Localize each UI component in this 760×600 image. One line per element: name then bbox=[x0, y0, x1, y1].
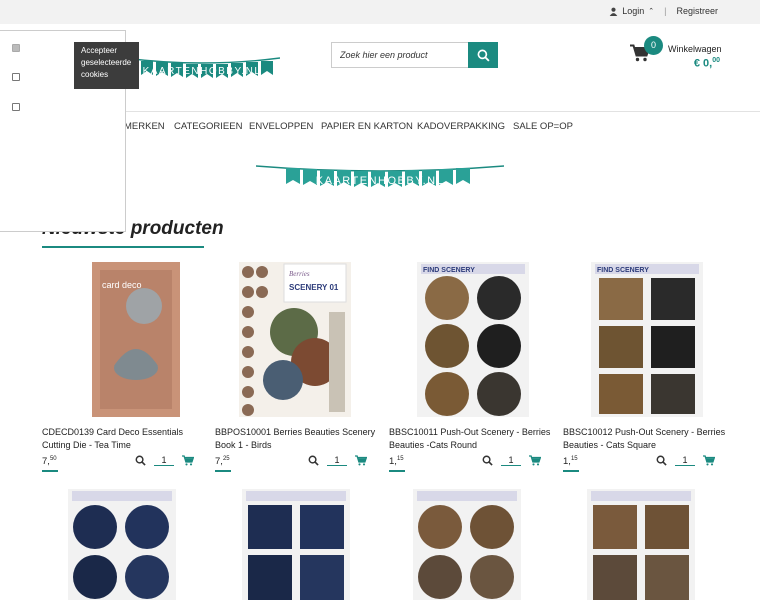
search-input[interactable] bbox=[331, 42, 468, 68]
account-links: Login ⌃ | Registreer bbox=[609, 6, 718, 16]
site-logo[interactable]: KAARTENHOBBY.NL bbox=[124, 54, 280, 88]
svg-text:FIND SCENERY: FIND SCENERY bbox=[597, 267, 649, 274]
price-underline bbox=[563, 470, 579, 472]
search-icon[interactable] bbox=[482, 455, 493, 466]
cart-count-badge: 0 bbox=[644, 36, 663, 55]
product-actions: 1 bbox=[308, 455, 367, 466]
cart-icon[interactable] bbox=[529, 455, 541, 466]
price-cents: 15 bbox=[396, 456, 404, 462]
nav-item-merken[interactable]: MERKEN bbox=[124, 121, 165, 132]
product-image[interactable]: FIND SCENERY bbox=[413, 262, 533, 417]
product-card[interactable]: Berries SCENERY 01 BBPOS10001 Berries Be… bbox=[215, 262, 380, 474]
cart-total: € 0,00 bbox=[694, 57, 720, 70]
price-underline bbox=[389, 470, 405, 472]
cart-total-main: € 0, bbox=[693, 57, 713, 70]
price-main: 1, bbox=[563, 456, 571, 468]
product-card[interactable]: FIND SCENERY BBSC10011 Push-Out Scenery … bbox=[389, 262, 554, 474]
price-underline bbox=[215, 470, 231, 472]
price-main: 1, bbox=[389, 456, 397, 468]
product-image[interactable] bbox=[68, 489, 176, 600]
product-price: 1,15 bbox=[563, 456, 578, 467]
cart-icon[interactable] bbox=[182, 455, 194, 466]
price-cents: 25 bbox=[222, 456, 230, 462]
search-button[interactable] bbox=[468, 42, 498, 68]
product-name[interactable]: BBSC10011 Push-Out Scenery - Berries Bea… bbox=[389, 426, 554, 452]
cart-icon[interactable] bbox=[355, 455, 367, 466]
product-name[interactable]: BBPOS10001 Berries Beauties Scenery Book… bbox=[215, 426, 380, 452]
price-cents: 15 bbox=[570, 456, 578, 462]
cart-label: Winkelwagen bbox=[668, 44, 722, 54]
search-icon[interactable] bbox=[656, 455, 667, 466]
search-bar bbox=[331, 42, 498, 68]
cookie-checkbox-marketing[interactable] bbox=[12, 103, 20, 111]
quantity-input[interactable]: 1 bbox=[154, 455, 174, 466]
price-main: 7, bbox=[42, 456, 50, 468]
product-image[interactable]: card deco bbox=[76, 262, 196, 417]
product-actions: 1 bbox=[135, 455, 194, 466]
product-image[interactable] bbox=[587, 489, 695, 600]
nav-item-sale[interactable]: SALE OP=OP bbox=[513, 121, 573, 132]
cart-total-cents: 00 bbox=[712, 57, 720, 64]
product-image[interactable] bbox=[242, 489, 350, 600]
chevron-up-icon: ⌃ bbox=[648, 8, 655, 15]
nav-item-kadoverpakking[interactable]: KADOVERPAKKING bbox=[417, 121, 505, 132]
banner-text: KAARTENHOBBY.NL bbox=[316, 175, 444, 187]
search-icon[interactable] bbox=[135, 455, 146, 466]
price-cents: 50 bbox=[49, 456, 57, 462]
svg-text:card deco: card deco bbox=[102, 280, 142, 290]
product-name[interactable]: BBSC10012 Push-Out Scenery - Berries Bea… bbox=[563, 426, 728, 452]
top-bar: Login ⌃ | Registreer bbox=[0, 0, 760, 24]
product-price: 7,25 bbox=[215, 456, 230, 467]
search-icon[interactable] bbox=[308, 455, 319, 466]
product-price: 7,50 bbox=[42, 456, 57, 467]
search-icon bbox=[477, 49, 490, 62]
quantity-input[interactable]: 1 bbox=[501, 455, 521, 466]
cookie-checkbox-statistics[interactable] bbox=[12, 73, 20, 81]
svg-text:FIND SCENERY: FIND SCENERY bbox=[423, 267, 475, 274]
hero-banner: KAARTENHOBBY.NL bbox=[256, 165, 504, 187]
product-price: 1,15 bbox=[389, 456, 404, 467]
accept-selected-cookies-button[interactable]: Accepteer geselecteerde cookies bbox=[74, 42, 139, 89]
register-link[interactable]: Registreer bbox=[676, 6, 718, 16]
product-image[interactable]: FIND SCENERY bbox=[587, 262, 707, 417]
title-underline bbox=[42, 246, 204, 248]
product-actions: 1 bbox=[656, 455, 715, 466]
quantity-input[interactable]: 1 bbox=[675, 455, 695, 466]
logo-text: KAARTENHOBBY.NL bbox=[143, 66, 262, 77]
price-underline bbox=[42, 470, 58, 472]
product-card[interactable]: card deco CDECD0139 Card Deco Essentials… bbox=[42, 262, 207, 474]
product-name[interactable]: CDECD0139 Card Deco Essentials Cutting D… bbox=[42, 426, 207, 452]
price-main: 7, bbox=[215, 456, 223, 468]
nav-item-enveloppen[interactable]: ENVELOPPEN bbox=[249, 121, 313, 132]
nav-item-categorieen[interactable]: CATEGORIEEN bbox=[174, 121, 242, 132]
product-image[interactable]: Berries SCENERY 01 bbox=[235, 262, 355, 417]
product-actions: 1 bbox=[482, 455, 541, 466]
svg-text:Berries: Berries bbox=[289, 270, 310, 278]
svg-text:SCENERY 01: SCENERY 01 bbox=[289, 283, 339, 292]
product-card[interactable]: FIND SCENERY BBSC10012 Push-Out Scenery … bbox=[563, 262, 728, 474]
divider: | bbox=[664, 6, 667, 16]
nav-item-papier-en-karton[interactable]: PAPIER EN KARTON bbox=[321, 121, 413, 132]
cart-icon[interactable] bbox=[703, 455, 715, 466]
cart-widget[interactable]: 0 Winkelwagen € 0,00 bbox=[630, 36, 730, 76]
user-icon bbox=[609, 7, 618, 16]
product-image[interactable] bbox=[413, 489, 521, 600]
cookie-checkbox-necessary bbox=[12, 44, 20, 52]
login-link[interactable]: Login bbox=[622, 6, 644, 16]
quantity-input[interactable]: 1 bbox=[327, 455, 347, 466]
